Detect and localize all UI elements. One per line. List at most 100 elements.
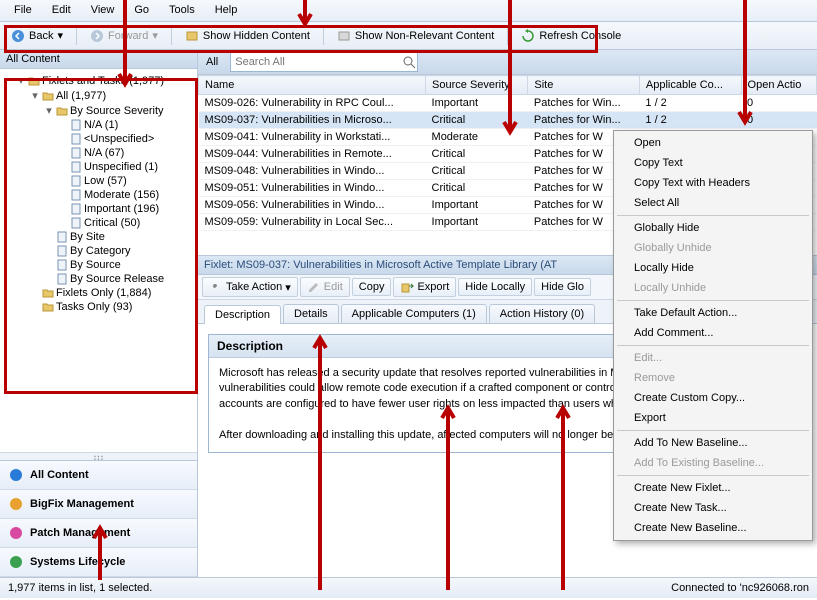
tree-item[interactable]: Tasks Only (93) — [30, 300, 195, 314]
context-menu-item[interactable]: Locally Hide — [616, 258, 810, 278]
hidden-content-icon — [185, 29, 199, 43]
export-button[interactable]: Export — [393, 277, 456, 297]
table-row[interactable]: MS09-037: Vulnerabilities in Microso...C… — [199, 112, 817, 129]
domain-button[interactable]: All Content — [0, 461, 197, 490]
search-box[interactable] — [230, 52, 418, 72]
tree-item[interactable]: Critical (50) — [58, 216, 195, 230]
splitter-handle[interactable]: ⁝⁝⁝ — [0, 452, 197, 460]
tree-item[interactable]: ▾ Fixlets and Tasks (1,977) — [16, 73, 195, 88]
tree-item[interactable]: By Source Release — [44, 272, 195, 286]
column-header[interactable]: Open Actio — [741, 76, 816, 95]
context-menu-item[interactable]: Export — [616, 408, 810, 428]
column-header[interactable]: Site — [528, 76, 640, 95]
tree-item-label: Critical (50) — [84, 217, 140, 229]
context-menu-item[interactable]: Create New Baseline... — [616, 518, 810, 538]
column-header[interactable]: Source Severity — [426, 76, 528, 95]
tree-item[interactable]: Unspecified (1) — [58, 160, 195, 174]
detail-tab[interactable]: Description — [204, 305, 281, 324]
table-cell: Critical — [426, 112, 528, 129]
menu-bar: File Edit View Go Tools Help — [0, 0, 817, 22]
detail-tab[interactable]: Applicable Computers (1) — [341, 304, 487, 323]
tree-item[interactable]: Moderate (156) — [58, 188, 195, 202]
context-menu-item: Remove — [616, 368, 810, 388]
collapse-icon[interactable]: ▾ — [16, 74, 26, 87]
folder-icon — [42, 287, 54, 299]
document-icon — [70, 119, 82, 131]
context-menu-item[interactable]: Globally Hide — [616, 218, 810, 238]
table-cell: Patches for Win... — [528, 95, 640, 112]
context-menu[interactable]: OpenCopy TextCopy Text with HeadersSelec… — [613, 130, 813, 541]
table-cell: 1 / 2 — [639, 95, 741, 112]
copy-button[interactable]: Copy — [352, 278, 392, 296]
domain-icon — [8, 554, 24, 570]
detail-tab[interactable]: Action History (0) — [489, 304, 595, 323]
document-icon — [56, 245, 68, 257]
tree-item[interactable]: By Site — [44, 230, 195, 244]
forward-button[interactable]: Forward ▾ — [83, 26, 165, 46]
tree-item-label: Important (196) — [84, 203, 159, 215]
menu-help[interactable]: Help — [205, 2, 248, 19]
document-icon — [70, 217, 82, 229]
back-button[interactable]: Back ▾ — [4, 26, 70, 46]
context-menu-item[interactable]: Create Custom Copy... — [616, 388, 810, 408]
tree-item-label: Unspecified (1) — [84, 161, 158, 173]
menu-tools[interactable]: Tools — [159, 2, 205, 19]
folder-icon — [42, 301, 54, 313]
table-cell: 0 — [741, 112, 816, 129]
column-header[interactable]: Name — [199, 76, 426, 95]
tree-item[interactable]: N/A (67) — [58, 146, 195, 160]
folder-icon — [42, 90, 54, 102]
context-menu-item[interactable]: Create New Task... — [616, 498, 810, 518]
edit-button[interactable]: Edit — [300, 277, 350, 297]
menu-file[interactable]: File — [4, 2, 42, 19]
show-hidden-button[interactable]: Show Hidden Content — [178, 26, 317, 46]
forward-label: Forward — [108, 30, 148, 42]
table-row[interactable]: MS09-026: Vulnerability in RPC Coul...Im… — [199, 95, 817, 112]
show-nonrelevant-button[interactable]: Show Non-Relevant Content — [330, 26, 501, 46]
context-menu-item[interactable]: Take Default Action... — [616, 303, 810, 323]
tree-item[interactable]: By Category — [44, 244, 195, 258]
back-dropdown-icon: ▾ — [57, 29, 63, 42]
tree-item[interactable]: N/A (1) — [58, 118, 195, 132]
context-menu-item[interactable]: Create New Fixlet... — [616, 478, 810, 498]
filter-all-label[interactable]: All — [198, 53, 226, 71]
menu-go[interactable]: Go — [124, 2, 159, 19]
tree-item[interactable]: ▾ By Source Severity — [44, 103, 195, 118]
table-cell: MS09-037: Vulnerabilities in Microso... — [199, 112, 426, 129]
tree-item[interactable]: <Unspecified> — [58, 132, 195, 146]
context-menu-item[interactable]: Add To New Baseline... — [616, 433, 810, 453]
take-action-label: Take Action — [226, 281, 282, 293]
tree-item[interactable]: Low (57) — [58, 174, 195, 188]
menu-view[interactable]: View — [81, 2, 125, 19]
hide-globally-button[interactable]: Hide Glo — [534, 278, 591, 296]
column-header[interactable]: Applicable Co... — [639, 76, 741, 95]
tree-item[interactable]: ▾ All (1,977) — [30, 88, 195, 103]
refresh-button[interactable]: Refresh Console — [514, 26, 628, 46]
domain-button[interactable]: BigFix Management — [0, 490, 197, 519]
domain-label: Systems Lifecycle — [30, 556, 125, 568]
menu-edit[interactable]: Edit — [42, 2, 81, 19]
tree-item[interactable]: Fixlets Only (1,884) — [30, 286, 195, 300]
export-label: Export — [417, 281, 449, 293]
search-icon[interactable] — [401, 54, 417, 70]
context-menu-item[interactable]: Select All — [616, 193, 810, 213]
domain-button[interactable]: Systems Lifecycle — [0, 548, 197, 577]
search-input[interactable] — [231, 54, 401, 70]
collapse-icon[interactable]: ▾ — [44, 104, 54, 117]
domain-button[interactable]: Patch Management — [0, 519, 197, 548]
tree-item-label: N/A (1) — [84, 119, 118, 131]
context-menu-item[interactable]: Open — [616, 133, 810, 153]
navigation-tree[interactable]: ▾ Fixlets and Tasks (1,977)▾ All (1,977)… — [0, 69, 197, 452]
separator — [76, 27, 77, 45]
tree-item[interactable]: By Source — [44, 258, 195, 272]
forward-dropdown-icon: ▾ — [152, 29, 158, 42]
context-menu-item[interactable]: Add Comment... — [616, 323, 810, 343]
show-nonrelevant-label: Show Non-Relevant Content — [355, 30, 494, 42]
context-menu-item[interactable]: Copy Text with Headers — [616, 173, 810, 193]
detail-tab[interactable]: Details — [283, 304, 339, 323]
take-action-button[interactable]: Take Action ▾ — [202, 277, 298, 297]
hide-locally-button[interactable]: Hide Locally — [458, 278, 532, 296]
tree-item[interactable]: Important (196) — [58, 202, 195, 216]
collapse-icon[interactable]: ▾ — [30, 89, 40, 102]
context-menu-item[interactable]: Copy Text — [616, 153, 810, 173]
